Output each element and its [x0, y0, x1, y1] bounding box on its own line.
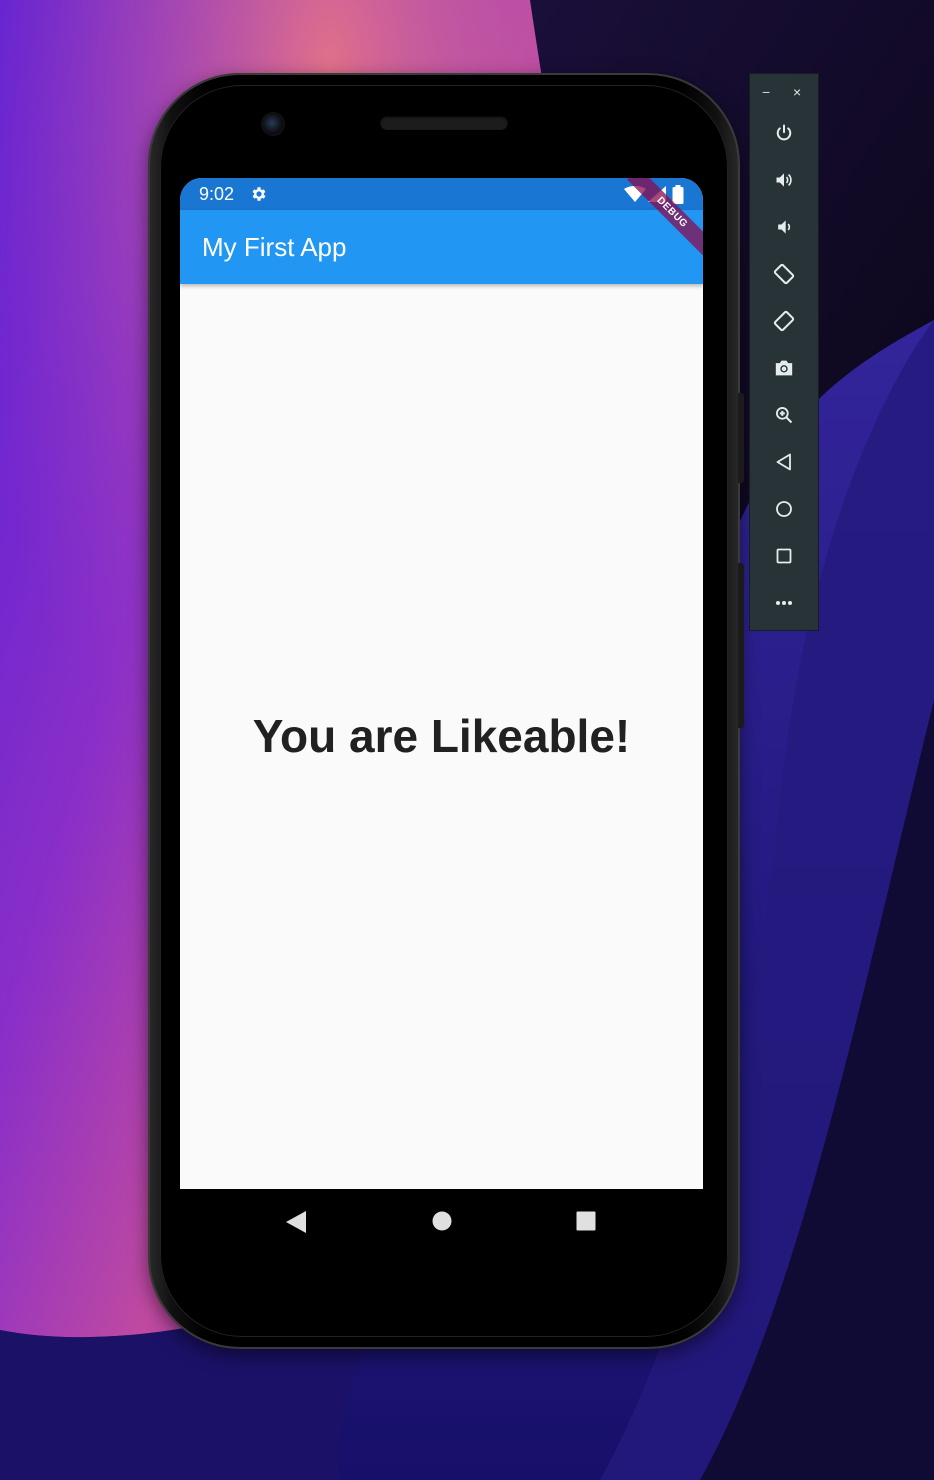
home-icon[interactable]	[432, 1211, 452, 1236]
volume-key	[738, 563, 744, 728]
power-key	[738, 393, 744, 483]
navigation-bar	[180, 1189, 703, 1251]
close-button[interactable]: ×	[793, 82, 801, 102]
minimize-button[interactable]: −	[762, 82, 770, 102]
rotate-left-button[interactable]	[771, 261, 797, 287]
back-icon	[776, 453, 791, 471]
toolbar-overview-button[interactable]	[771, 543, 797, 569]
recents-icon[interactable]	[576, 1211, 596, 1236]
volume-up-icon	[776, 173, 792, 187]
back-icon[interactable]	[286, 1211, 306, 1238]
debug-banner: DEBUG	[627, 178, 703, 258]
zoom-icon	[776, 407, 793, 424]
power-button[interactable]	[771, 120, 797, 146]
screenshot-button[interactable]	[771, 355, 797, 381]
volume-up-button[interactable]	[771, 167, 797, 193]
rotate-left-icon	[773, 263, 795, 285]
main-message: You are Likeable!	[252, 710, 631, 762]
rotate-right-icon	[773, 310, 795, 332]
more-icon	[776, 601, 792, 605]
app-title: My First App	[202, 232, 347, 262]
toolbar-back-button[interactable]	[771, 449, 797, 475]
toolbar-window-controls: − ×	[750, 82, 818, 102]
settings-icon	[250, 185, 268, 208]
earpiece-speaker	[380, 116, 508, 130]
rotate-right-button[interactable]	[771, 308, 797, 334]
toolbar-home-button[interactable]	[771, 496, 797, 522]
more-button[interactable]	[771, 590, 797, 616]
volume-down-button[interactable]	[771, 214, 797, 240]
home-icon	[776, 501, 792, 517]
overview-icon	[776, 548, 792, 564]
camera-icon	[775, 360, 793, 376]
power-icon	[776, 124, 792, 141]
status-time: 9:02	[199, 184, 235, 204]
front-camera	[263, 114, 283, 134]
volume-down-icon	[778, 220, 791, 234]
device-screen: 9:02 My First App DEBUG You are Likeable…	[180, 178, 703, 1189]
debug-banner-area: DEBUG	[603, 178, 703, 278]
zoom-button[interactable]	[771, 402, 797, 428]
emulator-toolbar: − ×	[749, 73, 819, 631]
